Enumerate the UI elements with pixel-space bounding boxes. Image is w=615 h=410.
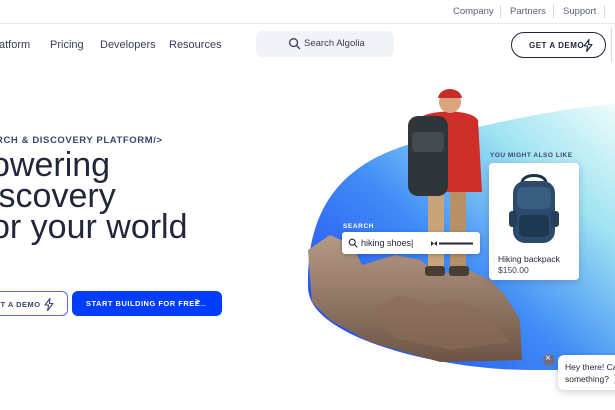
partners-link[interactable]: Partners [510, 6, 546, 17]
search-icon [289, 38, 301, 50]
divider [604, 5, 605, 18]
divider [611, 28, 612, 62]
nav-resources[interactable]: Resources [169, 39, 222, 51]
headline-line: or your world [0, 208, 188, 246]
chat-close-button[interactable]: × [543, 353, 555, 366]
lightning-icon [44, 298, 54, 311]
utility-bar: Company Partners Support [0, 0, 615, 24]
recommend-label: YOU MIGHT ALSO LIKE [490, 152, 573, 159]
divider [500, 5, 501, 18]
close-icon: × [545, 353, 551, 364]
product-card[interactable]: Hiking backpack $150.00 [489, 163, 579, 280]
get-demo-button[interactable]: GET A DEMO [511, 32, 606, 58]
hero-eyebrow: RCH & DISCOVERY PLATFORM/> [0, 135, 163, 146]
hero-demo-button[interactable]: ET A DEMO [0, 291, 68, 316]
backpack-image [509, 174, 559, 243]
search-demo-box: hiking shoes| [342, 232, 480, 254]
hero-demo-label: ET A DEMO [0, 300, 41, 309]
support-link[interactable]: Support [563, 6, 596, 17]
get-demo-label: GET A DEMO [529, 41, 585, 50]
chat-bubble[interactable]: Hey there! Ca something? 🚶 [558, 355, 615, 390]
lightning-icon [583, 39, 593, 52]
product-name: Hiking backpack [498, 254, 560, 264]
chat-line: Hey there! Ca [565, 362, 615, 372]
divider [553, 5, 554, 18]
brand-logo-icon [431, 241, 473, 246]
site-search[interactable]: Search Algolia [256, 31, 394, 57]
start-building-label: START BUILDING FOR FREE [86, 299, 201, 308]
search-demo-label: SEARCH [343, 223, 375, 230]
chat-line: something? 🚶 [565, 374, 615, 384]
nav-platform[interactable]: atform [0, 39, 30, 51]
search-icon [348, 238, 358, 248]
product-price: $150.00 [498, 265, 529, 275]
nav-developers[interactable]: Developers [100, 39, 156, 51]
nav-pricing[interactable]: Pricing [50, 39, 84, 51]
search-demo-query: hiking shoes| [361, 238, 414, 248]
search-label: Search Algolia [304, 38, 365, 49]
start-building-button[interactable]: START BUILDING FOR FREE >_ [72, 291, 222, 316]
hero-headline: owering iscovery or your world [0, 148, 188, 246]
terminal-icon: >_ [195, 297, 206, 307]
company-link[interactable]: Company [453, 6, 494, 17]
